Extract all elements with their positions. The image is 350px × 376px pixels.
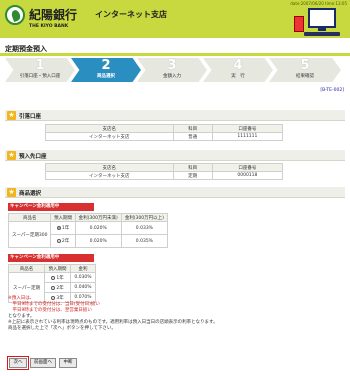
table-cell: 定期 [172, 171, 213, 180]
table-header: 預入期間 [50, 213, 76, 222]
back-button[interactable]: 前画面へ [30, 358, 56, 368]
branch-name: インターネット支店 [95, 10, 167, 19]
title-divider [0, 53, 350, 56]
step-label: 金額入力 [163, 74, 181, 79]
table-header: 支店名 [45, 124, 174, 133]
step-number: 1 [35, 58, 45, 73]
table-header: 科目 [172, 163, 213, 172]
cancel-button[interactable]: 中断 [59, 358, 77, 368]
campaign-rate-badge: キャンペーン金利適用中 [8, 203, 94, 211]
section-title: 引落口座 [19, 114, 42, 120]
product-table-1: 商品名 預入期間 金利(300万円未満) 金利(300万円以上) スーパー定期3… [7, 213, 169, 248]
bank-english-name: THE KIYO BANK [29, 24, 69, 29]
section-title: 預入先口座 [19, 154, 47, 160]
note-line: 商品を選択した上で「次へ」ボタンを押して下さい。 [8, 326, 116, 331]
period-option[interactable]: 1年 [50, 221, 76, 235]
rate-cell: 0.033% [120, 221, 169, 235]
table-header: 商品名 [7, 213, 52, 222]
rate-cell: 0.040% [69, 282, 97, 293]
rate-cell: 0.030% [69, 272, 97, 283]
step-number: 4 [233, 58, 243, 73]
table-cell: 0000118 [211, 171, 284, 180]
rate-cell: 0.020% [74, 221, 122, 235]
table-row: インターネット支店 定期 0000118 [45, 171, 284, 180]
radio-unselected-icon[interactable] [51, 275, 56, 280]
step-label: 引落口座・預入口座 [19, 74, 61, 79]
period-option[interactable]: 1年 [44, 272, 71, 283]
table-header: 金利 [69, 264, 97, 273]
table-header: 商品名 [7, 264, 46, 273]
table-cell: インターネット支店 [45, 132, 174, 141]
table-header: 預入期間 [44, 264, 71, 273]
rate-cell: 0.035% [120, 234, 169, 248]
section-deposit-account: ★ 預入先口座 [5, 150, 345, 161]
star-icon: ★ [7, 151, 16, 160]
debit-account-table: 支店名 科目 口座番号 インターネット支店 普通 1111111 [45, 124, 284, 141]
step-number: 3 [167, 58, 177, 73]
header-banner: date:2007/06/20 time:13:05 紀陽銀行 インターネット支… [0, 0, 350, 38]
step-5: 5 結果確認 [269, 58, 341, 82]
notes-block: ※預入日は、 平日9時までの受付分は、当日(受付日)扱い 平日9時までの受付分は… [8, 296, 343, 332]
table-header: 科目 [172, 124, 213, 133]
step-progress-bar: 1 引落口座・預入口座 2 商品選択 3 金額入力 4 実 行 5 結果確認 [5, 58, 345, 82]
period-option[interactable]: 2年 [50, 234, 76, 248]
table-row: スーパー定期300 1年 0.020% 0.033% [7, 221, 169, 248]
table-header: 口座番号 [211, 124, 284, 133]
step-number: 5 [300, 58, 310, 73]
star-icon: ★ [7, 188, 16, 197]
deposit-account-table: 支店名 科目 口座番号 インターネット支店 定期 0000118 [45, 163, 284, 180]
table-header: 口座番号 [211, 163, 284, 172]
section-title: 商品選択 [19, 191, 42, 197]
step-2-current: 2 商品選択 [71, 58, 141, 82]
table-cell: 普通 [172, 132, 213, 141]
star-icon: ★ [7, 111, 16, 120]
radio-unselected-icon[interactable] [51, 285, 56, 290]
section-debit-account: ★ 引落口座 [5, 110, 345, 121]
radio-selected-icon[interactable] [56, 226, 61, 230]
step-4: 4 実 行 [203, 58, 273, 82]
product-name-cell: スーパー定期300 [7, 221, 52, 248]
bank-logo-icon [5, 5, 25, 25]
radio-unselected-icon[interactable] [56, 239, 61, 243]
rate-cell: 0.020% [74, 234, 122, 248]
step-label: 結果確認 [296, 74, 314, 79]
table-header: 金利(300万円以上) [120, 213, 169, 222]
step-1: 1 引落口座・預入口座 [5, 58, 75, 82]
bank-name: 紀陽銀行 [29, 8, 78, 22]
screen-id: [B-TE-002] [320, 88, 344, 93]
section-product-select: ★ 商品選択 [5, 187, 345, 198]
table-header: 金利(300万円未満) [74, 213, 122, 222]
table-row: スーパー定期 1年 0.030% [7, 272, 97, 303]
table-row: インターネット支店 普通 1111111 [45, 132, 284, 141]
step-label: 実 行 [231, 74, 245, 79]
campaign-rate-badge: キャンペーン金利適用中 [8, 254, 94, 262]
computer-illustration-icon [290, 6, 340, 38]
period-option[interactable]: 2年 [44, 282, 71, 293]
step-3: 3 金額入力 [137, 58, 207, 82]
table-header: 支店名 [45, 163, 174, 172]
step-label: 商品選択 [97, 74, 115, 79]
step-number: 2 [101, 58, 111, 73]
table-cell: 1111111 [211, 132, 284, 141]
table-cell: インターネット支店 [45, 171, 174, 180]
next-button[interactable]: 次へ [7, 356, 29, 370]
